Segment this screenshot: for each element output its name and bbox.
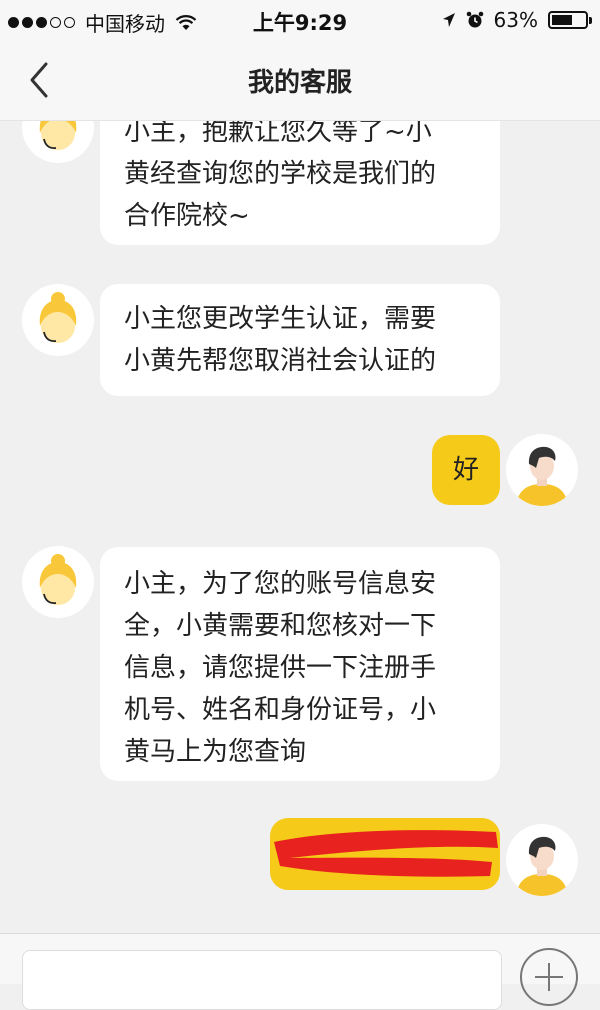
battery-icon: [548, 11, 592, 29]
message-line: 小黄先帮您取消社会认证的: [124, 346, 437, 376]
user-avatar-icon: [516, 446, 568, 506]
agent-avatar-icon: [39, 121, 77, 150]
agent-avatar-icon: [39, 292, 77, 343]
message-line: 小主，抱歉让您久等了~小: [124, 121, 432, 147]
message-input[interactable]: [22, 950, 502, 1010]
agent-avatar-icon: [39, 554, 77, 605]
agent-message-bubble: 小主，抱歉让您久等了~小 黄经查询您的学校是我们的 合作院校~: [100, 121, 500, 245]
chat-area[interactable]: 小主，抱歉让您久等了~小 黄经查询您的学校是我们的 合作院校~ 小主您更改学生认…: [0, 121, 600, 933]
message-line: 合作院校~: [124, 201, 250, 231]
user-avatar-icon: [516, 836, 568, 896]
page-title: 我的客服: [247, 68, 352, 98]
agent-message-bubble: 小主，为了您的账号信息安 全，小黄需要和您核对一下 信息，请您提供一下注册手 机…: [100, 547, 500, 781]
message-line: 黄马上为您查询: [124, 737, 307, 767]
alarm-clock-icon: [466, 11, 483, 28]
redaction-scribble: [274, 830, 498, 877]
message-line: 好: [452, 455, 479, 485]
agent-avatar[interactable]: [22, 121, 94, 163]
user-message-bubble: [270, 818, 500, 890]
agent-message-bubble: 小主您更改学生认证，需要 小黄先帮您取消社会认证的: [100, 284, 500, 396]
agent-avatar[interactable]: [22, 546, 94, 618]
message-line: 小主，为了您的账号信息安: [124, 569, 437, 599]
agent-avatar[interactable]: [22, 284, 94, 356]
user-avatar[interactable]: [506, 434, 578, 506]
message-line: 小主您更改学生认证，需要: [124, 304, 437, 334]
message-line: 机号、姓名和身份证号，小: [124, 695, 437, 725]
plus-circle-icon[interactable]: [520, 948, 578, 1006]
message-line: 全，小黄需要和您核对一下: [124, 611, 437, 641]
location-arrow-icon: [442, 13, 455, 27]
navigation-bar: 我的客服: [0, 40, 600, 121]
message-line: 信息，请您提供一下注册手: [124, 653, 437, 683]
status-bar: 中国移动 上午9:29 63%: [0, 0, 600, 40]
user-avatar[interactable]: [506, 824, 578, 896]
message-line: 黄经查询您的学校是我们的: [124, 159, 437, 189]
battery-percent: 63%: [493, 8, 538, 32]
status-right: 63%: [442, 8, 592, 32]
user-message-bubble: 好: [432, 435, 500, 505]
input-bar: [0, 933, 600, 1010]
